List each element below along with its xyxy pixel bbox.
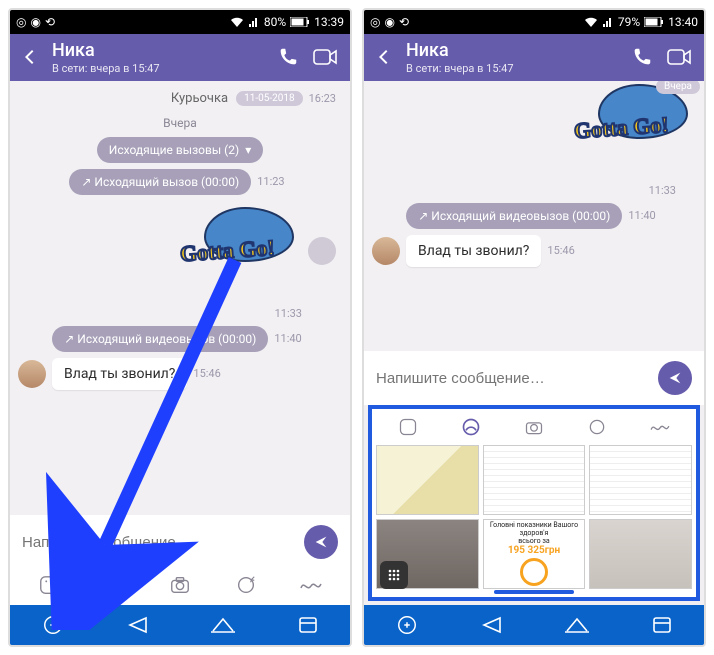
clock-text: 13:39 xyxy=(314,15,344,29)
battery-icon xyxy=(290,17,310,27)
sticker-time: 11:33 xyxy=(649,184,676,197)
wifi-icon xyxy=(584,16,598,28)
signal-icon xyxy=(602,16,614,28)
outgoing-video-pill[interactable]: ↗ Исходящий видеовызов (00:00) xyxy=(406,203,622,229)
day-pill: Вчера xyxy=(656,81,700,94)
nav-home[interactable] xyxy=(203,611,243,639)
nav-recent[interactable] xyxy=(642,611,682,639)
back-button[interactable] xyxy=(374,47,396,67)
gif-icon[interactable] xyxy=(226,573,266,597)
avatar-self xyxy=(308,237,336,265)
drag-handle[interactable] xyxy=(494,590,574,594)
nav-bar xyxy=(364,605,704,645)
chat-header: Ника В сети: вчера в 15:47 xyxy=(10,34,350,81)
nav-back[interactable] xyxy=(472,611,512,639)
sticker-icon[interactable] xyxy=(388,415,428,439)
thumb-photo[interactable] xyxy=(589,519,692,589)
wifi-icon xyxy=(230,16,244,28)
statusbar: ◎ ◉ ⟲ 80% 13:39 xyxy=(10,10,350,34)
phone-left: ◎ ◉ ⟲ 80% 13:39 Ника В сети: вчера в 15:… xyxy=(8,8,352,647)
voice-call-button[interactable] xyxy=(628,46,656,68)
day-label: Вчера xyxy=(163,116,197,130)
sync-icon: ⟲ xyxy=(45,15,55,29)
gallery-icon[interactable] xyxy=(451,415,491,439)
message-bubble[interactable]: Влад ты звонил? xyxy=(52,358,187,390)
sticker[interactable]: Gotta Go! Вчера xyxy=(546,81,696,178)
tv-icon: ◎ xyxy=(16,15,26,29)
battery-text: 80% xyxy=(264,15,286,29)
video-call-button[interactable] xyxy=(312,46,340,68)
nav-back[interactable] xyxy=(118,611,158,639)
contact-name: Ника xyxy=(52,40,264,62)
chevron-down-icon: ▾ xyxy=(245,143,251,157)
last-seen: В сети: вчера в 15:47 xyxy=(406,62,618,75)
compose-area xyxy=(10,515,350,605)
prev-msg: Курьочка xyxy=(171,91,228,106)
call-time: 11:23 xyxy=(257,175,284,188)
clock-icon xyxy=(520,558,548,586)
send-button[interactable] xyxy=(658,361,692,395)
tv-icon: ◎ xyxy=(370,15,380,29)
chat-body: Gotta Go! Вчера 11:33 ↗ Исходящий видеов… xyxy=(364,81,704,351)
statusbar: ◎ ◉ ⟲ 79% 13:40 xyxy=(364,10,704,34)
outgoing-call-pill[interactable]: ↗ Исходящий вызов (00:00) xyxy=(69,169,251,195)
camera-icon[interactable] xyxy=(160,573,200,597)
chat-header: Ника В сети: вчера в 15:47 xyxy=(364,34,704,81)
doodle-icon[interactable] xyxy=(291,573,331,597)
thumb-ad[interactable]: Головні показники Вашого здоров'я всього… xyxy=(483,519,586,589)
clock-text: 13:40 xyxy=(668,15,698,29)
calls-pill[interactable]: Исходящие вызовы (2) ▾ xyxy=(97,137,263,163)
battery-text: 79% xyxy=(618,15,640,29)
chat-body: Курьочка 11-05-2018 16:23 Вчера Исходящи… xyxy=(10,81,350,515)
avatar-contact[interactable] xyxy=(372,237,400,265)
nav-bar xyxy=(10,605,350,645)
last-seen: В сети: вчера в 15:47 xyxy=(52,62,264,75)
avatar-contact[interactable] xyxy=(18,360,46,388)
gif-icon[interactable] xyxy=(577,415,617,439)
gallery-panel: Головні показники Вашого здоров'я всього… xyxy=(368,405,700,601)
phone-right: ◎ ◉ ⟲ 79% 13:40 Ника В сети: вчера в 15:… xyxy=(362,8,706,647)
gallery-icon[interactable] xyxy=(94,573,134,597)
back-button[interactable] xyxy=(20,47,42,67)
contact-name: Ника xyxy=(406,40,618,62)
eye-icon: ◉ xyxy=(384,15,394,29)
nav-tv[interactable] xyxy=(387,611,427,639)
prev-time: 16:23 xyxy=(309,92,336,105)
camera-icon[interactable] xyxy=(514,415,554,439)
sticker[interactable]: Gotta Go! xyxy=(152,201,302,301)
video-time: 11:40 xyxy=(628,209,655,222)
sticker-icon[interactable] xyxy=(29,573,69,597)
voice-call-button[interactable] xyxy=(274,46,302,68)
video-time: 11:40 xyxy=(274,332,301,345)
sync-icon: ⟲ xyxy=(399,15,409,29)
attachment-row xyxy=(10,569,350,605)
outgoing-video-pill[interactable]: ↗ Исходящий видеовызов (00:00) xyxy=(52,326,268,352)
thumb-doc[interactable] xyxy=(483,445,586,515)
send-button[interactable] xyxy=(304,525,338,559)
nav-recent[interactable] xyxy=(288,611,328,639)
battery-icon xyxy=(644,17,664,27)
nav-tv[interactable] xyxy=(33,611,73,639)
video-call-button[interactable] xyxy=(666,46,694,68)
nav-home[interactable] xyxy=(557,611,597,639)
thumb-doc[interactable] xyxy=(589,445,692,515)
signal-icon xyxy=(248,16,260,28)
msg-time: 15:46 xyxy=(547,244,574,257)
message-bubble[interactable]: Влад ты звонил? xyxy=(406,235,541,267)
compose-input[interactable] xyxy=(22,534,304,551)
thumb-map[interactable] xyxy=(376,445,479,515)
gallery-more-button[interactable] xyxy=(380,561,408,589)
compose-area xyxy=(364,351,704,405)
eye-icon: ◉ xyxy=(30,15,40,29)
date-separator: 11-05-2018 xyxy=(236,91,303,106)
doodle-icon[interactable] xyxy=(640,415,680,439)
attachment-row xyxy=(376,413,692,445)
sticker-time: 11:33 xyxy=(275,307,302,320)
msg-time: 15:46 xyxy=(193,367,220,380)
compose-input[interactable] xyxy=(376,370,658,387)
